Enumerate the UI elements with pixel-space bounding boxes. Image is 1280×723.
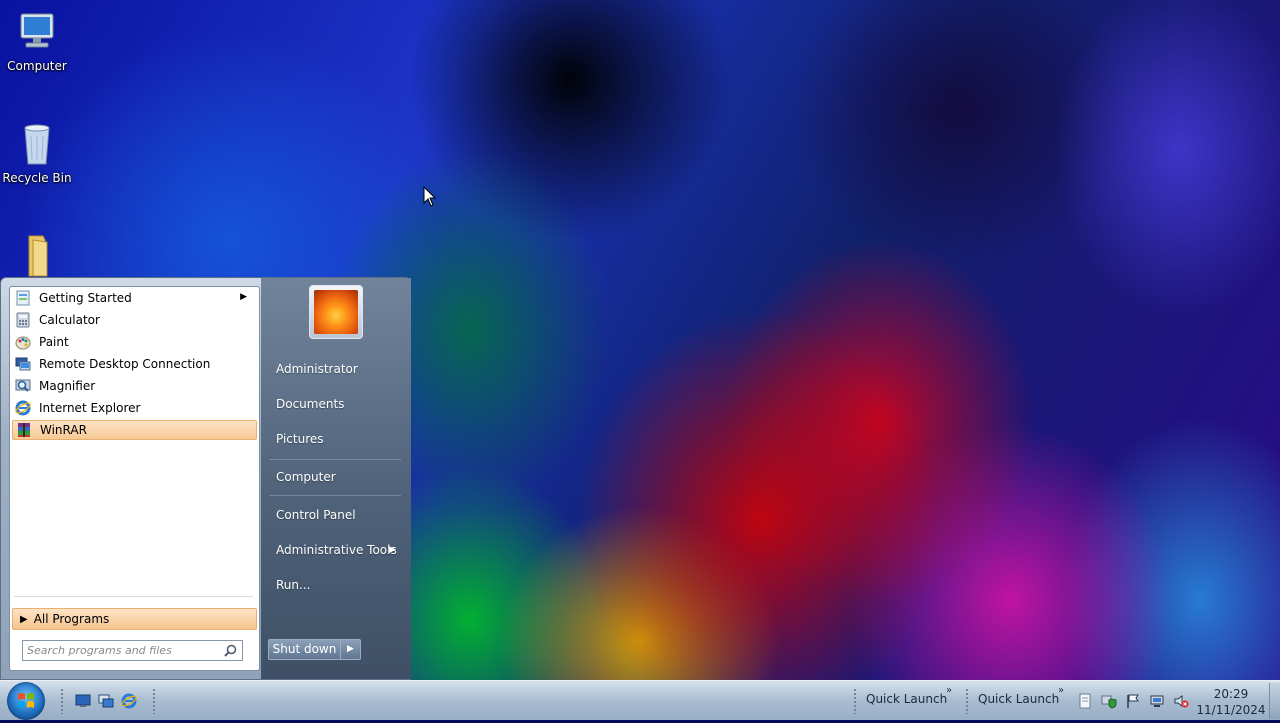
clock-time: 20:29 — [1213, 687, 1249, 701]
user-picture-flower — [314, 290, 358, 334]
program-winrar[interactable]: WinRAR — [12, 420, 257, 440]
search-input[interactable] — [23, 642, 216, 659]
recycle-bin-icon — [24, 124, 50, 165]
quick-launch-toolbar-label[interactable]: Quick Launch — [866, 692, 947, 706]
link-pictures[interactable]: Pictures — [267, 426, 404, 452]
windows-logo-icon — [18, 693, 34, 708]
submenu-arrow-icon: ▶ — [389, 545, 396, 555]
remote-desktop-icon — [15, 357, 31, 371]
chevron-right-icon: ▶ — [347, 644, 354, 654]
expand-arrow-icon: ▶ — [20, 613, 28, 625]
link-administrative-tools[interactable]: Administrative Tools ▶ — [267, 537, 404, 563]
desktop-icon-recycle-bin[interactable]: Recycle Bin — [0, 120, 74, 185]
desktop-icon-label: Computer — [7, 59, 67, 73]
program-label: Internet Explorer — [39, 401, 141, 415]
link-run[interactable]: Run... — [267, 572, 404, 598]
program-internet-explorer[interactable]: Internet Explorer — [12, 398, 257, 418]
magnifier-icon — [15, 379, 31, 392]
program-getting-started[interactable]: Getting Started ▶ — [12, 288, 257, 308]
start-menu-links-pane: Administrator Documents Pictures Compute… — [261, 278, 411, 679]
link-label: Run... — [276, 578, 311, 592]
show-desktop-button[interactable] — [1269, 683, 1280, 719]
user-avatar[interactable] — [309, 285, 363, 339]
program-remote-desktop-connection[interactable]: Remote Desktop Connection — [12, 354, 257, 374]
link-computer[interactable]: Computer — [267, 464, 404, 490]
switch-windows-icon[interactable] — [98, 693, 114, 709]
internet-explorer-icon — [15, 400, 31, 416]
toolbar-grip[interactable] — [152, 688, 156, 714]
toolbar-grip[interactable] — [965, 688, 969, 714]
link-label: Pictures — [276, 432, 324, 446]
link-documents[interactable]: Documents — [267, 391, 404, 417]
mouse-cursor-icon — [423, 186, 437, 207]
start-menu: Getting Started ▶ Calculator Paint Remot… — [0, 277, 411, 680]
computer-icon — [20, 13, 54, 48]
document-tray-icon[interactable] — [1077, 693, 1093, 709]
network-icon[interactable] — [1149, 693, 1165, 709]
program-calculator[interactable]: Calculator — [12, 310, 257, 330]
program-label: Paint — [39, 335, 69, 349]
link-label: Control Panel — [276, 508, 356, 522]
toolbar-grip[interactable] — [853, 688, 857, 714]
link-administrator[interactable]: Administrator — [267, 356, 404, 382]
getting-started-icon — [16, 290, 30, 306]
winrar-icon — [18, 423, 30, 437]
shutdown-label: Shut down — [272, 642, 337, 656]
link-label: Administrator — [276, 362, 358, 376]
search-box[interactable] — [22, 640, 243, 661]
submenu-arrow-icon: ▶ — [240, 292, 247, 302]
desktop-icon-computer[interactable]: Computer — [0, 8, 74, 73]
programs-separator — [14, 596, 253, 597]
program-label: Getting Started — [39, 291, 132, 305]
start-button[interactable] — [7, 682, 45, 720]
chevron-expand-icon[interactable]: » — [1058, 685, 1064, 696]
links-separator — [269, 495, 401, 496]
calculator-icon — [16, 312, 30, 328]
program-magnifier[interactable]: Magnifier — [12, 376, 257, 396]
link-control-panel[interactable]: Control Panel — [267, 502, 404, 528]
link-label: Administrative Tools — [276, 543, 397, 557]
link-label: Documents — [276, 397, 345, 411]
chevron-expand-icon[interactable]: » — [946, 685, 952, 696]
show-desktop-icon[interactable] — [75, 693, 91, 709]
program-label: Remote Desktop Connection — [39, 357, 211, 371]
start-menu-programs-pane: Getting Started ▶ Calculator Paint Remot… — [9, 286, 260, 671]
volume-muted-icon[interactable] — [1173, 693, 1189, 709]
all-programs-button[interactable]: ▶ All Programs — [12, 608, 257, 630]
paint-icon — [15, 336, 31, 350]
shutdown-button[interactable]: Shut down — [268, 639, 341, 660]
desktop-icon-label: Recycle Bin — [2, 171, 72, 185]
search-icon[interactable] — [224, 644, 237, 657]
quick-launch-toolbar-label[interactable]: Quick Launch — [978, 692, 1059, 706]
program-label: Calculator — [39, 313, 100, 327]
action-center-flag-icon[interactable] — [1125, 693, 1141, 709]
shutdown-options-button[interactable]: ▶ — [341, 639, 361, 660]
program-label: WinRAR — [40, 423, 87, 437]
links-separator — [269, 459, 401, 460]
link-label: Computer — [276, 470, 336, 484]
folder-icon — [28, 235, 48, 277]
desktop-icon-folder[interactable] — [0, 232, 74, 283]
program-paint[interactable]: Paint — [12, 332, 257, 352]
all-programs-label: All Programs — [33, 612, 110, 626]
system-clock[interactable]: 20:29 11/11/2024 — [1196, 686, 1266, 718]
taskbar: Quick Launch » Quick Launch » 20:29 11/1… — [0, 680, 1280, 720]
toolbar-grip[interactable] — [60, 688, 64, 714]
program-label: Magnifier — [39, 379, 96, 393]
security-shield-icon[interactable] — [1101, 693, 1117, 709]
internet-explorer-icon[interactable] — [121, 693, 137, 709]
clock-date: 11/11/2024 — [1196, 703, 1266, 717]
